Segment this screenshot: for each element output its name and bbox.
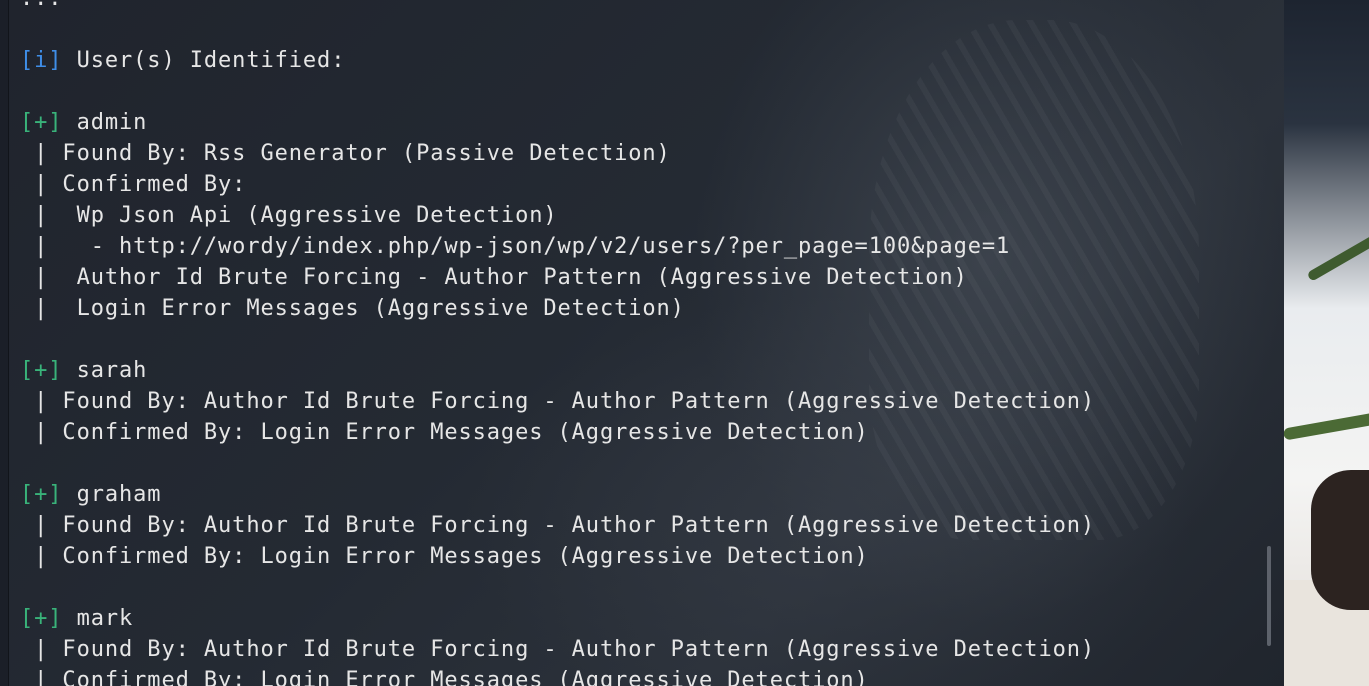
user-entry-header: [+] sarah <box>20 355 1095 386</box>
users-identified-label: User(s) Identified: <box>62 48 346 73</box>
users-identified-header: [i] User(s) Identified: <box>20 45 1095 76</box>
wallpaper-plant-leaf <box>1306 228 1369 282</box>
info-tag: [i] <box>20 48 63 73</box>
terminal-line-partial: ... <box>20 0 1095 14</box>
user-detail-url-line: | - http://wordy/index.php/wp-json/wp/v2… <box>20 234 1011 259</box>
success-tag: [+] <box>20 358 63 383</box>
user-detail-line: | Found By: Author Id Brute Forcing - Au… <box>20 637 1096 662</box>
user-detail-line: | Confirmed By: Login Error Messages (Ag… <box>20 668 869 686</box>
username: graham <box>62 482 162 507</box>
username: mark <box>62 606 134 631</box>
user-entry-header: [+] admin <box>20 107 1095 138</box>
user-detail-line: | Found By: Rss Generator (Passive Detec… <box>20 141 671 166</box>
user-detail-line: | Confirmed By: <box>20 172 247 197</box>
user-detail-line: | Found By: Author Id Brute Forcing - Au… <box>20 389 1096 414</box>
success-tag: [+] <box>20 482 63 507</box>
user-entry-header: [+] mark <box>20 603 1095 634</box>
terminal-output: ... [i] User(s) Identified: [+] admin | … <box>20 0 1095 686</box>
desktop-wallpaper <box>1283 0 1369 686</box>
user-detail-line: | Confirmed By: Login Error Messages (Ag… <box>20 420 869 445</box>
terminal-window[interactable]: ... [i] User(s) Identified: [+] admin | … <box>8 0 1284 686</box>
username: sarah <box>62 358 148 383</box>
user-detail-line: | Found By: Author Id Brute Forcing - Au… <box>20 513 1096 538</box>
success-tag: [+] <box>20 606 63 631</box>
success-tag: [+] <box>20 110 63 135</box>
user-detail-line: | Wp Json Api (Aggressive Detection) <box>20 203 558 228</box>
wallpaper-plant-pot <box>1311 470 1369 610</box>
user-detail-line: | Login Error Messages (Aggressive Detec… <box>20 296 685 321</box>
username: admin <box>62 110 148 135</box>
wallpaper-plant-leaf <box>1283 411 1369 441</box>
terminal-scrollbar[interactable] <box>1267 546 1271 646</box>
user-detail-line: | Author Id Brute Forcing - Author Patte… <box>20 265 968 290</box>
user-entry-header: [+] graham <box>20 479 1095 510</box>
user-detail-line: | Confirmed By: Login Error Messages (Ag… <box>20 544 869 569</box>
